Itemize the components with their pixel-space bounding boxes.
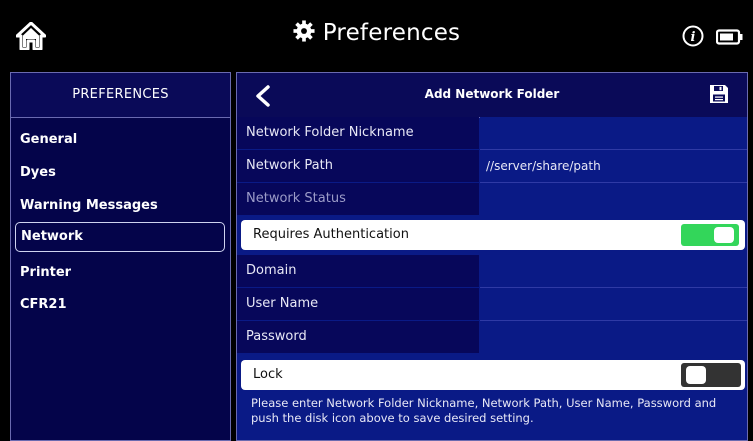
add-network-folder-panel: Add Network Folder Network Folder Nickna… xyxy=(236,72,748,441)
requires-authentication-label: Requires Authentication xyxy=(253,227,409,242)
panel-title: Add Network Folder xyxy=(424,87,560,101)
toggle-knob xyxy=(686,366,706,384)
field-row-nickname: Network Folder Nickname xyxy=(237,117,747,149)
top-bar: Preferences i xyxy=(0,0,753,70)
lock-label: Lock xyxy=(253,367,283,382)
sidebar-item-network[interactable]: Network xyxy=(15,222,225,252)
field-row-user-name: User Name xyxy=(237,288,747,320)
preferences-sidebar: PREFERENCES General Dyes Warning Message… xyxy=(10,72,231,441)
sidebar-item-general[interactable]: General xyxy=(15,125,225,155)
field-row-network-status: Network Status xyxy=(237,183,747,215)
field-label-user-name: User Name xyxy=(237,288,479,320)
gear-icon xyxy=(293,20,315,42)
field-row-network-path: Network Path //server/share/path xyxy=(237,150,747,182)
panel-header: Add Network Folder xyxy=(237,73,747,118)
field-row-password: Password xyxy=(237,321,747,353)
lock-row[interactable]: Lock xyxy=(241,360,745,390)
toggle-knob xyxy=(714,227,734,243)
sidebar-item-warning-messages[interactable]: Warning Messages xyxy=(15,191,225,221)
svg-text:i: i xyxy=(691,30,696,45)
sidebar-heading: PREFERENCES xyxy=(11,73,230,118)
field-row-domain: Domain xyxy=(237,255,747,287)
sidebar-item-printer[interactable]: Printer xyxy=(15,258,225,288)
page-title: Preferences xyxy=(0,20,753,46)
field-label-network-status: Network Status xyxy=(237,183,479,215)
field-label-network-path: Network Path xyxy=(237,150,479,182)
sidebar-item-dyes[interactable]: Dyes xyxy=(15,158,225,188)
field-label-password: Password xyxy=(237,321,479,353)
network-status-value xyxy=(480,183,747,215)
field-label-domain: Domain xyxy=(237,255,479,287)
battery-icon xyxy=(716,29,743,45)
instruction-note: Please enter Network Folder Nickname, Ne… xyxy=(251,396,717,425)
page-title-text: Preferences xyxy=(322,20,461,46)
nickname-input[interactable] xyxy=(480,117,747,149)
user-name-input[interactable] xyxy=(480,288,747,320)
sidebar-item-cfr21[interactable]: CFR21 xyxy=(15,290,225,320)
network-path-input[interactable]: //server/share/path xyxy=(480,150,747,182)
requires-authentication-toggle[interactable] xyxy=(681,224,739,246)
info-icon[interactable]: i xyxy=(682,25,704,47)
requires-authentication-row[interactable]: Requires Authentication xyxy=(241,220,745,250)
field-label-nickname: Network Folder Nickname xyxy=(237,117,479,149)
domain-input[interactable] xyxy=(480,255,747,287)
lock-toggle[interactable] xyxy=(681,363,741,387)
password-input[interactable] xyxy=(480,321,747,353)
save-disk-icon[interactable] xyxy=(709,84,729,104)
